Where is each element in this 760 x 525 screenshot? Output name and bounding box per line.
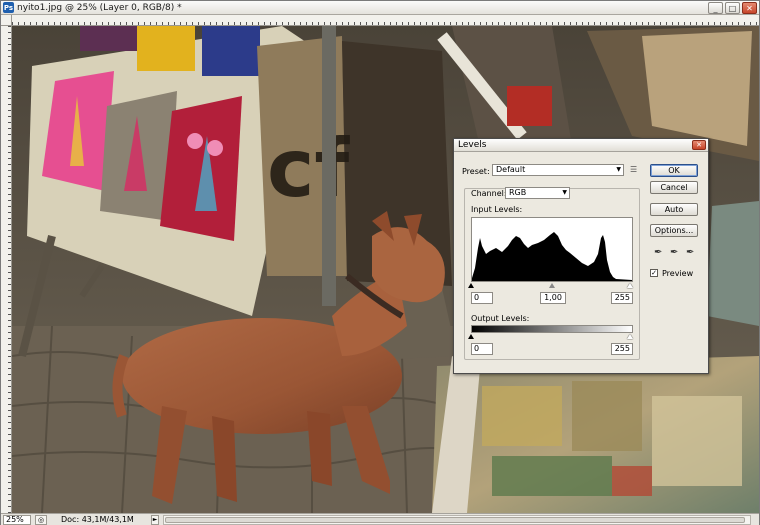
horizontal-ruler[interactable] [12,15,759,26]
zoom-level-field[interactable]: 25% [3,514,31,525]
photoshop-icon: Ps [3,2,14,13]
gray-eyedropper-icon[interactable]: ✒ [670,247,678,258]
cancel-button[interactable]: Cancel [650,181,698,194]
input-levels-slider[interactable] [468,283,633,288]
levels-dialog: Levels ✕ Preset: Default ▼ ☰ Channel: RGB… [453,138,709,374]
auto-button[interactable]: Auto [650,203,698,216]
preset-value: Default [496,165,526,174]
preview-checkbox[interactable]: ✓ [650,269,658,277]
status-bar: 25% ◎ Doc: 43,1M/43,1M ► [1,513,759,525]
histogram [471,217,633,282]
chevron-down-icon: ▼ [616,166,621,173]
input-black-point-handle[interactable] [468,283,474,288]
channel-label: Channel: [471,189,507,198]
input-levels-label: Input Levels: [471,205,523,214]
channel-value: RGB [509,188,527,197]
input-white-field[interactable]: 255 [611,292,633,304]
chevron-down-icon: ▼ [562,189,567,196]
output-gradient-bar [471,325,633,333]
window-controls: _ □ ✕ [708,2,757,14]
photoshop-window: Ps nyito1.jpg @ 25% (Layer 0, RGB/8) * _… [0,0,760,525]
preset-select[interactable]: Default ▼ [492,164,624,176]
document-title-bar[interactable]: Ps nyito1.jpg @ 25% (Layer 0, RGB/8) * _… [1,1,759,15]
svg-text:cf: cf [267,122,350,215]
output-levels-slider[interactable] [468,334,633,339]
input-gamma-field[interactable]: 1,00 [540,292,566,304]
horizontal-scrollbar[interactable] [163,514,751,525]
maximize-button[interactable]: □ [725,2,740,14]
histogram-graph [472,232,632,281]
status-menu-arrow[interactable]: ► [151,514,159,525]
white-eyedropper-icon[interactable]: ✒ [686,247,694,258]
preset-label: Preset: [462,167,490,176]
output-levels-label: Output Levels: [471,314,530,323]
close-button[interactable]: ✕ [742,2,757,14]
preset-options-icon[interactable]: ☰ [630,165,637,174]
preview-label: Preview [662,269,694,278]
dialog-title: Levels [458,140,487,150]
navigator-icon[interactable]: ◎ [35,514,47,525]
output-black-handle[interactable] [468,334,474,339]
options-button[interactable]: Options... [650,224,698,237]
document-size-info: Doc: 43,1M/43,1M [61,515,134,524]
black-eyedropper-icon[interactable]: ✒ [654,247,662,258]
channel-select[interactable]: RGB ▼ [505,187,570,199]
dialog-title-bar[interactable]: Levels ✕ [454,139,708,152]
input-gamma-handle[interactable] [549,283,555,288]
ruler-origin[interactable] [1,15,12,26]
ok-button[interactable]: OK [650,164,698,177]
input-black-field[interactable]: 0 [471,292,493,304]
output-white-field[interactable]: 255 [611,343,633,355]
input-white-point-handle[interactable] [627,283,633,288]
output-black-field[interactable]: 0 [471,343,493,355]
vertical-ruler[interactable] [1,26,12,513]
minimize-button[interactable]: _ [708,2,723,14]
document-title: nyito1.jpg @ 25% (Layer 0, RGB/8) * [17,2,182,13]
scrollbar-thumb[interactable] [165,516,745,523]
output-white-handle[interactable] [627,334,633,339]
dialog-close-button[interactable]: ✕ [692,140,706,150]
